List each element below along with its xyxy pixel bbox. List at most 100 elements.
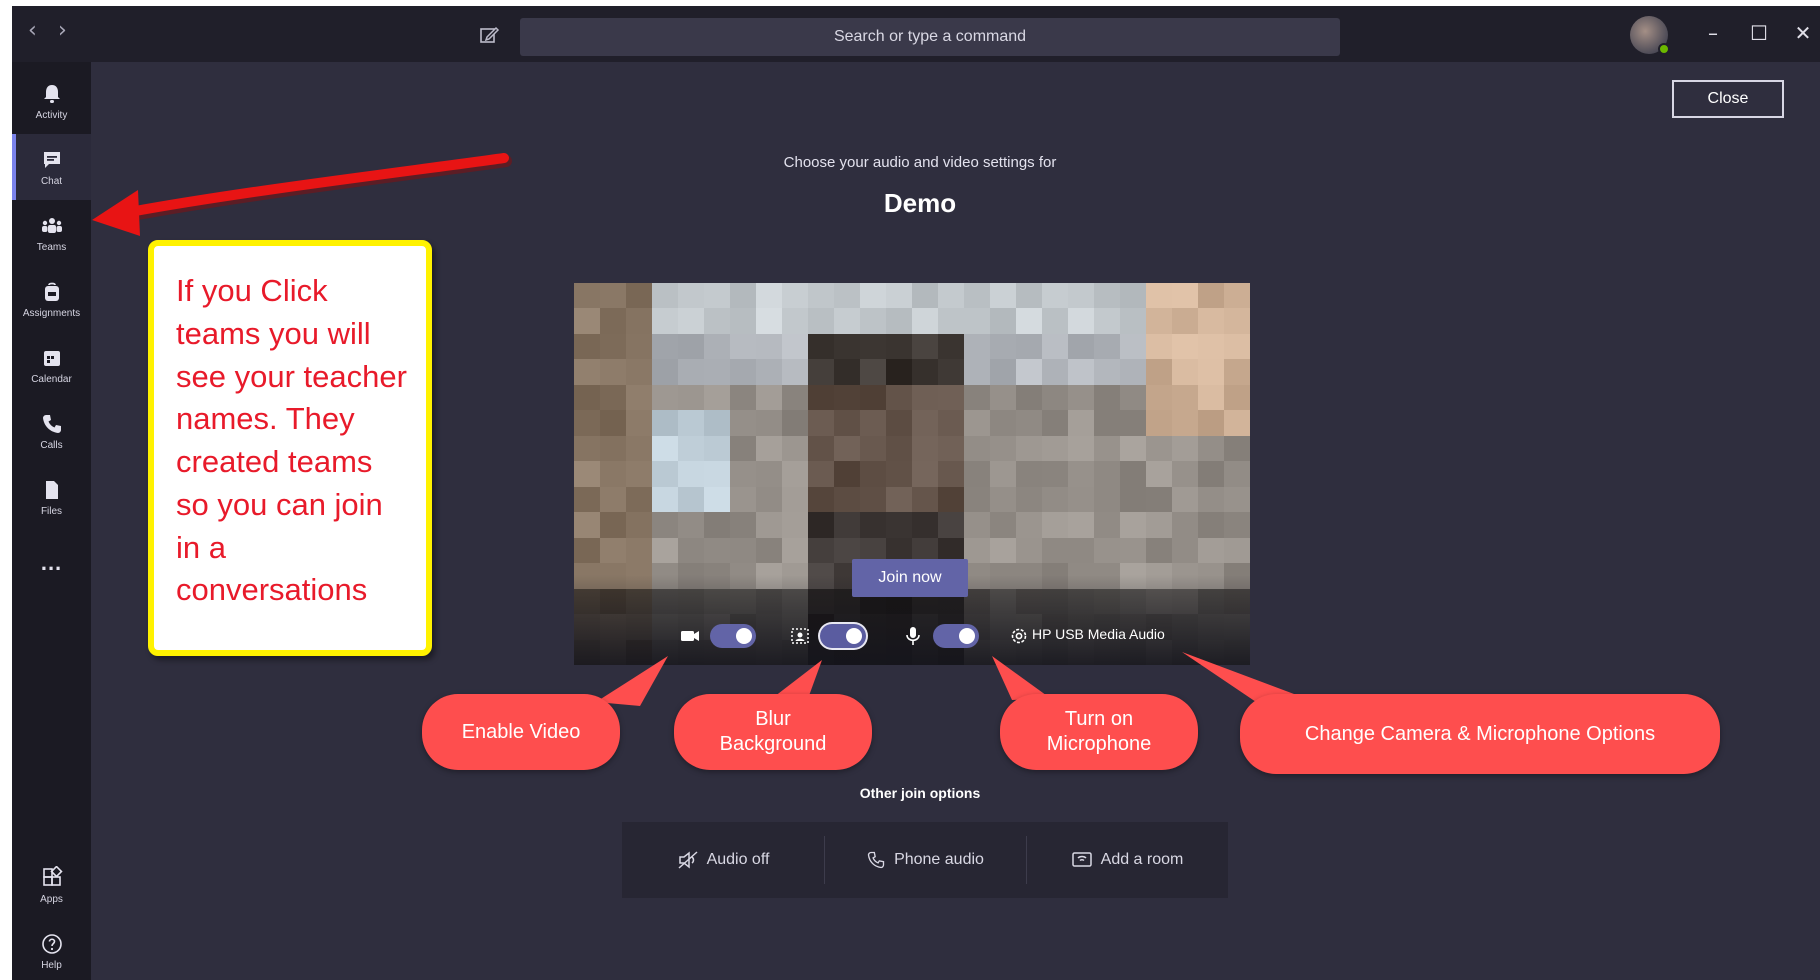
toggle-knob (736, 628, 752, 644)
presence-status-icon (1658, 43, 1670, 55)
device-settings-label[interactable]: HP USB Media Audio (1032, 626, 1165, 642)
mosaic-cell (782, 283, 808, 309)
mosaic-cell (756, 435, 782, 462)
settings-gear-icon[interactable] (1008, 625, 1030, 647)
mosaic-cell (964, 359, 990, 385)
mosaic-cell (756, 384, 782, 411)
other-join-options-bar: Audio off Phone audio Add a room (622, 822, 1228, 898)
mosaic-cell (1172, 486, 1198, 513)
microphone-toggle[interactable] (933, 624, 979, 648)
rail-label: Files (40, 505, 63, 517)
mosaic-cell (730, 384, 756, 411)
mosaic-cell (886, 384, 912, 411)
search-input[interactable]: Search or type a command (520, 18, 1340, 56)
add-room-option[interactable]: Add a room (1026, 822, 1228, 898)
mosaic-cell (626, 333, 652, 360)
mosaic-cell (808, 333, 834, 360)
rail-item-apps[interactable]: Apps (12, 852, 91, 918)
mosaic-cell (756, 512, 782, 538)
close-button[interactable]: Close (1672, 80, 1784, 118)
mosaic-cell (886, 283, 912, 309)
rail-item-chat[interactable]: Chat (12, 134, 91, 200)
more-apps-button[interactable]: ... (12, 530, 91, 596)
mosaic-cell (1198, 461, 1224, 487)
mosaic-cell (834, 486, 860, 513)
mosaic-cell (704, 384, 730, 411)
mosaic-cell (652, 537, 678, 564)
bell-icon (43, 84, 60, 103)
phone-audio-option[interactable]: Phone audio (824, 822, 1026, 898)
mosaic-cell (652, 384, 678, 411)
mosaic-cell (626, 384, 652, 411)
mosaic-cell (1016, 410, 1042, 436)
mosaic-cell (1172, 308, 1198, 334)
mosaic-cell (1016, 537, 1042, 564)
rail-item-teams[interactable]: Teams (12, 200, 91, 266)
mosaic-cell (964, 537, 990, 564)
mosaic-cell (1146, 461, 1172, 487)
rail-item-calls[interactable]: Calls (12, 398, 91, 464)
mosaic-cell (990, 512, 1016, 538)
mosaic-cell (782, 384, 808, 411)
mosaic-cell (782, 333, 808, 360)
mosaic-cell (600, 333, 626, 360)
mosaic-cell (1120, 537, 1146, 564)
rail-item-calendar[interactable]: Calendar (12, 332, 91, 398)
mosaic-cell (1016, 486, 1042, 513)
mosaic-cell (730, 283, 756, 309)
mosaic-cell (678, 486, 704, 513)
mosaic-cell (574, 537, 600, 564)
audio-off-option[interactable]: Audio off (622, 822, 824, 898)
mosaic-cell (1094, 486, 1120, 513)
mosaic-cell (678, 435, 704, 462)
mosaic-cell (1172, 461, 1198, 487)
mosaic-cell (834, 333, 860, 360)
rail-item-assignments[interactable]: Assignments (12, 266, 91, 332)
mosaic-cell (1068, 537, 1094, 564)
join-now-button[interactable]: Join now (852, 559, 968, 597)
mosaic-cell (1146, 486, 1172, 513)
mosaic-cell (600, 283, 626, 309)
mosaic-cell (1198, 359, 1224, 385)
mosaic-cell (652, 486, 678, 513)
mosaic-cell (1042, 410, 1068, 436)
compose-icon[interactable] (478, 24, 500, 46)
mosaic-cell (1094, 333, 1120, 360)
mosaic-cell (678, 512, 704, 538)
video-toggle[interactable] (710, 624, 756, 648)
mosaic-cell (1068, 333, 1094, 360)
mosaic-cell (860, 308, 886, 334)
mosaic-cell (1016, 512, 1042, 538)
mosaic-cell (886, 435, 912, 462)
rail-item-activity[interactable]: Activity (12, 68, 91, 134)
mosaic-cell (626, 512, 652, 538)
minimize-button[interactable]: – (1700, 20, 1726, 46)
mosaic-cell (964, 461, 990, 487)
mosaic-cell (1198, 435, 1224, 462)
blur-toggle[interactable] (820, 624, 866, 648)
back-button[interactable]: ‹ (28, 20, 37, 42)
mosaic-cell (1198, 333, 1224, 360)
maximize-button[interactable]: ☐ (1746, 20, 1772, 46)
mosaic-cell (1068, 359, 1094, 385)
mosaic-cell (600, 537, 626, 564)
mosaic-cell (964, 384, 990, 411)
mosaic-cell (938, 359, 964, 385)
mosaic-cell (990, 308, 1016, 334)
mosaic-cell (730, 410, 756, 436)
mosaic-cell (938, 384, 964, 411)
forward-button[interactable]: › (58, 20, 67, 42)
rail-item-files[interactable]: Files (12, 464, 91, 530)
mosaic-cell (574, 410, 600, 436)
mosaic-cell (1198, 384, 1224, 411)
mosaic-cell (574, 461, 600, 487)
prejoin-prompt: Choose your audio and video settings for (783, 154, 1057, 171)
mosaic-cell (704, 537, 730, 564)
mosaic-cell (730, 537, 756, 564)
window-close-button[interactable]: ✕ (1790, 20, 1816, 46)
rail-item-help[interactable]: Help (12, 918, 91, 980)
option-label: Audio off (706, 851, 770, 868)
mosaic-cell (1068, 461, 1094, 487)
mosaic-cell (1146, 512, 1172, 538)
mosaic-cell (1172, 512, 1198, 538)
